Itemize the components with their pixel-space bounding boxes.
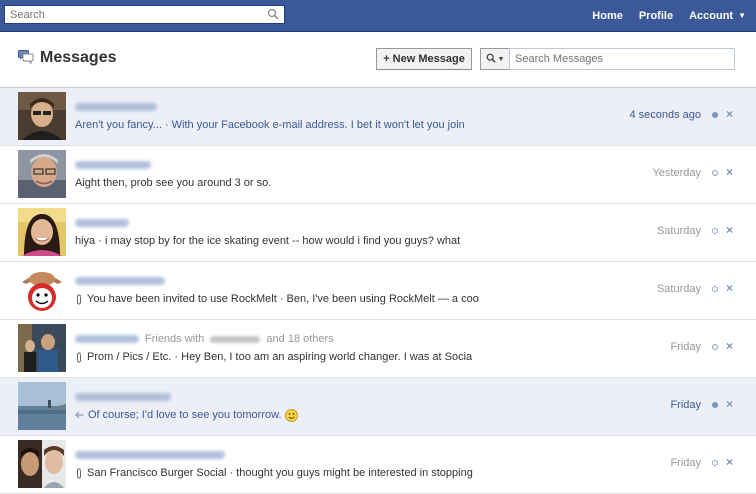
sender-name[interactable]: [75, 216, 129, 230]
close-icon[interactable]: ×: [726, 107, 733, 121]
blurred-name: [75, 103, 157, 111]
message-snippet: You have been invited to use RockMelt · …: [75, 291, 483, 307]
blurred-name: [210, 335, 261, 343]
sender-name[interactable]: [75, 158, 151, 172]
thread-row[interactable]: hiya · i may stop by for the ice skating…: [0, 204, 756, 262]
message-search[interactable]: [509, 48, 735, 70]
mark-unread-toggle[interactable]: [712, 228, 718, 234]
global-search[interactable]: [4, 5, 285, 24]
global-search-input[interactable]: [5, 6, 270, 23]
close-icon[interactable]: ×: [726, 339, 733, 353]
sender-name[interactable]: [75, 390, 171, 404]
close-icon[interactable]: ×: [726, 223, 733, 237]
close-icon[interactable]: ×: [726, 165, 733, 179]
smiley-emoticon-icon: [285, 408, 299, 422]
thread-row[interactable]: Friends with and 18 others Prom / Pics /…: [0, 320, 756, 378]
mutual-friends-text: Friends with and 18 others: [145, 333, 334, 345]
sender-name[interactable]: [75, 448, 225, 462]
close-icon[interactable]: ×: [726, 281, 733, 295]
mark-unread-toggle[interactable]: [712, 460, 718, 466]
thread-row[interactable]: San Francisco Burger Social · thought yo…: [0, 436, 756, 494]
message-snippet: Aight then, prob see you around 3 or so.: [75, 175, 483, 191]
message-snippet: Of course; I'd love to see you tomorrow.: [75, 407, 483, 423]
mark-read-toggle[interactable]: [712, 402, 718, 408]
chevron-down-icon: ▼: [497, 55, 505, 63]
chevron-down-icon: ▼: [738, 11, 746, 20]
friends-suffix[interactable]: and 18 others: [266, 333, 333, 345]
snippet-text: hiya · i may stop by for the ice skating…: [75, 235, 461, 247]
message-snippet: Prom / Pics / Etc. · Hey Ben, I too am a…: [75, 349, 483, 365]
sender-name[interactable]: Friends with and 18 others: [75, 332, 334, 346]
timestamp: Friday: [670, 399, 701, 411]
timestamp: Saturday: [656, 283, 701, 295]
thread-row[interactable]: Aight then, prob see you around 3 or so.…: [0, 146, 756, 204]
search-icon: [486, 53, 496, 66]
search-icon[interactable]: [267, 8, 279, 23]
snippet-text: Aight then, prob see you around 3 or so.: [75, 177, 272, 189]
snippet-text: Aren't you fancy... · With your Facebook…: [75, 119, 465, 131]
nav-profile[interactable]: Profile: [631, 0, 681, 31]
message-search-input[interactable]: [510, 49, 730, 69]
message-snippet: Aren't you fancy... · With your Facebook…: [75, 117, 483, 133]
timestamp: Friday: [670, 457, 701, 469]
avatar[interactable]: [18, 324, 66, 372]
blurred-name: [75, 161, 151, 169]
messages-header: Messages + New Message ▼: [0, 31, 756, 87]
mark-unread-toggle[interactable]: [712, 344, 718, 350]
thread-row[interactable]: Aren't you fancy... · With your Facebook…: [0, 88, 756, 146]
avatar[interactable]: [18, 266, 66, 314]
mark-unread-toggle[interactable]: [712, 286, 718, 292]
thread-row[interactable]: Of course; I'd love to see you tomorrow.…: [0, 378, 756, 436]
sender-name[interactable]: [75, 100, 157, 114]
attachment-icon: [75, 467, 83, 479]
nav-account-label: Account: [689, 9, 734, 22]
avatar[interactable]: [18, 440, 66, 488]
blurred-name: [75, 277, 165, 285]
snippet-text: Of course; I'd love to see you tomorrow.: [88, 409, 282, 421]
page-title-text: Messages: [40, 49, 117, 66]
timestamp: Friday: [670, 341, 701, 353]
close-icon[interactable]: ×: [726, 397, 733, 411]
blurred-name: [75, 451, 225, 459]
messages-icon: [18, 49, 34, 67]
blurred-name: [75, 219, 129, 227]
avatar[interactable]: [18, 150, 66, 198]
nav-home[interactable]: Home: [584, 0, 631, 31]
sender-name[interactable]: [75, 274, 165, 288]
page-title: Messages: [18, 49, 117, 67]
attachment-icon: [75, 351, 83, 363]
new-message-button[interactable]: + New Message: [376, 48, 472, 70]
snippet-text: You have been invited to use RockMelt · …: [87, 293, 479, 305]
friends-prefix: Friends with: [145, 333, 205, 345]
thread-row[interactable]: You have been invited to use RockMelt · …: [0, 262, 756, 320]
blurred-name: [75, 335, 139, 343]
timestamp: Saturday: [656, 225, 701, 237]
mark-read-toggle[interactable]: [712, 112, 718, 118]
top-nav: Home Profile Account ▼: [584, 0, 756, 31]
attachment-icon: [75, 293, 83, 305]
blurred-name: [75, 393, 171, 401]
thread-list: Aren't you fancy... · With your Facebook…: [0, 87, 756, 494]
close-icon[interactable]: ×: [726, 455, 733, 469]
mark-unread-toggle[interactable]: [712, 170, 718, 176]
timestamp: Yesterday: [652, 167, 701, 179]
snippet-text: Prom / Pics / Etc. · Hey Ben, I too am a…: [87, 351, 473, 363]
message-snippet: hiya · i may stop by for the ice skating…: [75, 233, 483, 249]
avatar[interactable]: [18, 92, 66, 140]
timestamp: 4 seconds ago: [629, 109, 701, 121]
avatar[interactable]: [18, 382, 66, 430]
search-filter-dropdown[interactable]: ▼: [480, 48, 510, 70]
top-bar: Home Profile Account ▼: [0, 0, 756, 32]
reply-arrow-icon: [75, 411, 84, 419]
snippet-text: San Francisco Burger Social · thought yo…: [87, 467, 473, 479]
nav-account[interactable]: Account ▼: [681, 0, 756, 31]
avatar[interactable]: [18, 208, 66, 256]
message-snippet: San Francisco Burger Social · thought yo…: [75, 465, 483, 481]
